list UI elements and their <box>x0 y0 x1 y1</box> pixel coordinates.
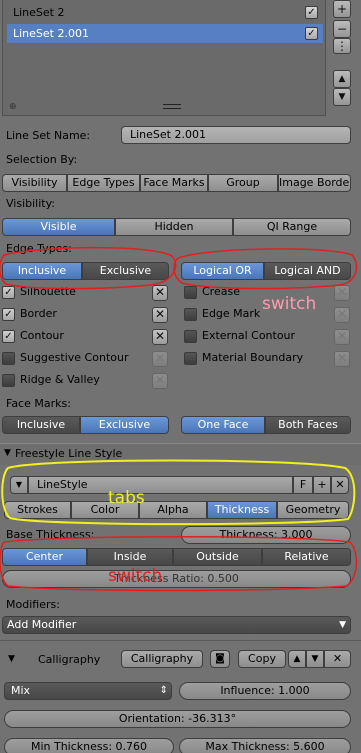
annotation-overlay <box>0 246 358 592</box>
annotation-switch-1: switch <box>262 294 317 314</box>
annotation-red-outline <box>0 536 358 592</box>
annotation-tabs: tabs <box>108 488 145 508</box>
annotation-switch-2: switch <box>108 566 163 586</box>
annotation-red-outline <box>0 246 358 290</box>
annotation-yellow-outline <box>1 459 356 526</box>
